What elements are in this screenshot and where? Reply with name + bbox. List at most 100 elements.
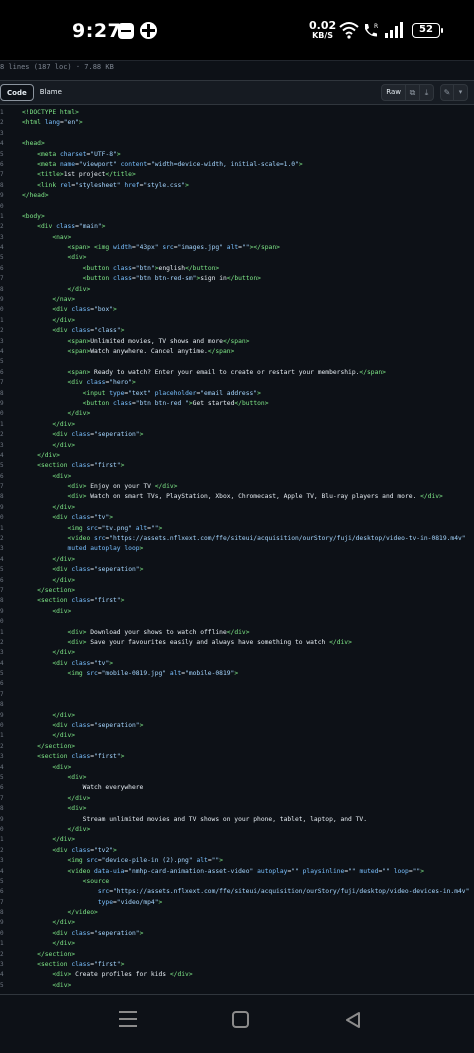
line-number[interactable]: 0 [0,513,5,523]
line-number[interactable]: 8 [0,596,5,606]
code-tab[interactable]: Code [0,84,34,101]
line-number[interactable]: 0 [0,202,5,212]
line-number[interactable]: 1 [0,628,5,638]
edit-pencil-icon[interactable]: ✎ [440,84,454,101]
line-number[interactable]: 2 [0,846,5,856]
line-number[interactable]: 9 [0,399,5,409]
line-number[interactable]: 6 [0,160,5,170]
download-icon[interactable]: ⤓ [420,84,434,101]
line-number[interactable]: 3 [0,856,5,866]
chevron-down-icon[interactable]: ▾ [454,84,468,101]
line-number[interactable]: 5 [0,461,5,471]
line-number[interactable]: 2 [0,430,5,440]
line-number[interactable]: 0 [0,721,5,731]
line-number[interactable]: 4 [0,555,5,565]
line-number[interactable]: 7 [0,898,5,908]
line-number[interactable]: 3 [0,233,5,243]
line-number[interactable]: 5 [0,669,5,679]
line-number[interactable]: 5 [0,981,5,991]
line-number[interactable]: 9 [0,295,5,305]
line-number[interactable]: 4 [0,347,5,357]
line-number[interactable]: 6 [0,264,5,274]
line-number[interactable]: 2 [0,638,5,648]
line-number[interactable]: 2 [0,534,5,544]
line-number[interactable]: 5 [0,565,5,575]
raw-button[interactable]: Raw [381,84,406,101]
line-number[interactable]: 7 [0,274,5,284]
line-number[interactable]: 3 [0,960,5,970]
line-number[interactable]: 7 [0,794,5,804]
home-icon[interactable] [232,1011,249,1028]
line-number[interactable]: 2 [0,742,5,752]
line-number[interactable]: 1 [0,524,5,534]
line-number[interactable]: 0 [0,825,5,835]
line-number[interactable]: 9 [0,918,5,928]
line-number[interactable]: 8 [0,908,5,918]
line-number[interactable]: 0 [0,617,5,627]
line-number[interactable]: 8 [0,700,5,710]
line-number[interactable]: 2 [0,326,5,336]
line-number[interactable]: 7 [0,170,5,180]
line-number[interactable]: 7 [0,586,5,596]
line-number[interactable]: 5 [0,877,5,887]
line-number[interactable]: 6 [0,887,5,897]
line-number[interactable]: 9 [0,503,5,513]
line-number[interactable]: 0 [0,305,5,315]
line-number[interactable]: 9 [0,607,5,617]
line-number[interactable]: 2 [0,222,5,232]
line-number[interactable]: 9 [0,711,5,721]
copy-icon[interactable]: ⧉ [406,84,420,101]
line-number[interactable]: 7 [0,690,5,700]
line-number[interactable]: 9 [0,815,5,825]
line-number[interactable]: 7 [0,482,5,492]
line-number[interactable]: 8 [0,285,5,295]
line-number[interactable]: 3 [0,648,5,658]
line-number[interactable]: 8 [0,804,5,814]
line-number[interactable]: 8 [0,181,5,191]
line-number[interactable]: 6 [0,679,5,689]
line-number[interactable]: 1 [0,939,5,949]
line-number[interactable]: 5 [0,253,5,263]
line-number[interactable]: 8 [0,492,5,502]
line-number[interactable]: 4 [0,451,5,461]
line-number[interactable]: 8 [0,389,5,399]
code-view[interactable]: 1 <!DOCTYPE html> 2 <html lang="en"> 3 4 <head… [0,108,474,994]
line-number[interactable]: 6 [0,576,5,586]
line-number[interactable]: 1 [0,108,5,118]
line-number[interactable]: 4 [0,763,5,773]
line-number[interactable]: 5 [0,773,5,783]
line-number[interactable]: 4 [0,867,5,877]
line-number[interactable]: 4 [0,243,5,253]
code-token: Unlimited movies, TV shows and more [90,337,223,345]
line-number[interactable]: 9 [0,191,5,201]
line-number[interactable]: 4 [0,659,5,669]
line-number[interactable]: 2 [0,950,5,960]
line-number[interactable]: 3 [0,337,5,347]
line-number[interactable]: 1 [0,420,5,430]
code-token: </div> [52,940,76,948]
line-number[interactable]: 4 [0,970,5,980]
menu-icon[interactable] [119,1011,137,1027]
line-number[interactable]: 1 [0,835,5,845]
line-number[interactable]: 6 [0,368,5,378]
line-number[interactable]: 0 [0,409,5,419]
line-number[interactable]: 6 [0,783,5,793]
blame-tab[interactable]: Blame [34,84,68,101]
line-number[interactable]: 1 [0,316,5,326]
line-number[interactable]: 7 [0,378,5,388]
line-number[interactable]: 4 [0,139,5,149]
line-number[interactable]: 6 [0,472,5,482]
line-number[interactable]: 5 [0,357,5,367]
line-number[interactable]: 1 [0,731,5,741]
line-number[interactable]: 3 [0,129,5,139]
line-number[interactable]: 3 [0,441,5,451]
line-number[interactable]: 1 [0,212,5,222]
line-number[interactable]: 5 [0,150,5,160]
line-number[interactable]: 0 [0,929,5,939]
line-number[interactable]: 2 [0,118,5,128]
line-number[interactable]: 3 [0,544,5,554]
back-icon[interactable] [344,1011,362,1029]
code-token: > [298,160,303,168]
code-token: <div> [52,763,72,771]
line-number[interactable]: 3 [0,752,5,762]
